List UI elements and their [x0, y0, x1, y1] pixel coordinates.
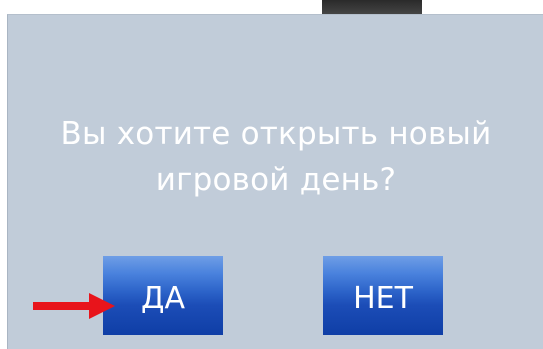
yes-button[interactable]: ДА: [103, 256, 223, 335]
top-strip: [0, 0, 543, 14]
dialog-message-line-1: Вы хотите открыть новый: [60, 116, 492, 152]
background-window-edge: [322, 0, 422, 14]
dialog-message-line-2: игровой день?: [155, 162, 397, 198]
red-arrow-icon: [33, 293, 115, 319]
no-button[interactable]: НЕТ: [323, 256, 443, 335]
dialog-message: Вы хотите открыть новый игровой день?: [8, 111, 543, 203]
